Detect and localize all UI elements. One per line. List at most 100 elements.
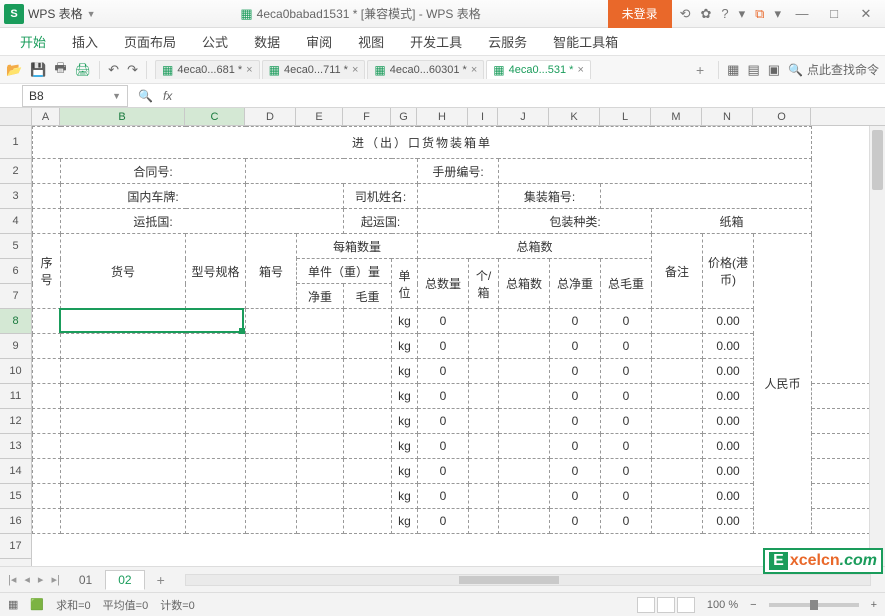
cell-unit[interactable]: kg (392, 434, 418, 459)
col-header-A[interactable]: A (32, 108, 60, 125)
menu-开发工具[interactable]: 开发工具 (398, 28, 474, 56)
scroll-thumb[interactable] (872, 130, 883, 190)
cell-unit[interactable]: kg (392, 484, 418, 509)
row-header-4[interactable]: 4 (0, 209, 31, 234)
h-sku[interactable]: 货号 (61, 234, 186, 309)
command-search[interactable]: 🔍 点此查找命令 (788, 61, 879, 78)
menu-数据[interactable]: 数据 (242, 28, 292, 56)
vertical-scrollbar[interactable] (869, 126, 885, 566)
cell[interactable] (297, 384, 344, 409)
cell-gross[interactable]: 0 (601, 384, 652, 409)
cell[interactable] (469, 384, 499, 409)
doc-title[interactable]: 进（出）口货物装箱单 (33, 127, 812, 159)
cell[interactable] (246, 484, 297, 509)
zoom-level[interactable]: 100 % (707, 599, 738, 611)
cell[interactable] (499, 309, 550, 334)
menu-页面布局[interactable]: 页面布局 (112, 28, 188, 56)
maximize-button[interactable]: □ (823, 6, 845, 21)
cell[interactable] (186, 484, 246, 509)
cell[interactable] (186, 384, 246, 409)
print-preview-icon[interactable]: 🖶 (54, 59, 66, 81)
row-header-9[interactable]: 9 (0, 334, 31, 359)
cell[interactable] (499, 484, 550, 509)
h-perbox[interactable]: 每箱数量 (297, 234, 418, 259)
zoom-in-button[interactable]: + (871, 599, 877, 611)
cell[interactable] (186, 309, 246, 334)
col-header-J[interactable]: J (498, 108, 549, 125)
label-contract[interactable]: 合同号: (61, 159, 246, 184)
cell[interactable] (499, 434, 550, 459)
file-tab[interactable]: ▦4eca0...60301 *× (367, 60, 484, 79)
cell[interactable] (344, 484, 392, 509)
h-spec[interactable]: 型号规格 (186, 234, 246, 309)
cell-price[interactable]: 0.00 (703, 334, 754, 359)
cell[interactable] (812, 459, 870, 484)
row-header-1[interactable]: 1 (0, 126, 31, 159)
cell[interactable] (246, 509, 297, 534)
cell[interactable] (246, 384, 297, 409)
minimize-button[interactable]: — (791, 6, 813, 21)
cell[interactable] (652, 409, 703, 434)
cell[interactable] (344, 409, 392, 434)
cell[interactable] (418, 184, 499, 209)
cell[interactable] (499, 334, 550, 359)
cell-gross[interactable]: 0 (601, 434, 652, 459)
cell[interactable] (344, 384, 392, 409)
cell[interactable] (469, 434, 499, 459)
cell[interactable] (812, 484, 870, 509)
cell-gross[interactable]: 0 (601, 509, 652, 534)
cell[interactable] (344, 459, 392, 484)
cell-price[interactable]: 0.00 (703, 509, 754, 534)
sync-icon[interactable]: ⟲ (680, 6, 691, 22)
login-button[interactable]: 未登录 (608, 0, 672, 28)
row-header-11[interactable]: 11 (0, 384, 31, 409)
cell[interactable] (33, 509, 61, 534)
h-perctn[interactable]: 个/箱 (469, 259, 499, 309)
menu-智能工具箱[interactable]: 智能工具箱 (541, 28, 630, 56)
cell[interactable] (469, 459, 499, 484)
redo-icon[interactable]: ↷ (127, 62, 138, 78)
menu-云服务[interactable]: 云服务 (476, 28, 539, 56)
cell-net[interactable]: 0 (550, 459, 601, 484)
h-unit[interactable]: 单位 (392, 259, 418, 309)
cell[interactable] (499, 409, 550, 434)
cell[interactable] (344, 309, 392, 334)
label-container[interactable]: 集装箱号: (499, 184, 601, 209)
cell[interactable] (652, 434, 703, 459)
cell[interactable] (652, 309, 703, 334)
settings-icon[interactable]: ✿ (701, 6, 712, 22)
cell[interactable] (186, 434, 246, 459)
row-header-2[interactable]: 2 (0, 159, 31, 184)
cell-qty[interactable]: 0 (418, 384, 469, 409)
cell[interactable] (344, 434, 392, 459)
cell[interactable] (812, 509, 870, 534)
file-tab[interactable]: ▦4eca0...711 *× (262, 60, 366, 79)
sheet-nav-first[interactable]: |◂ (6, 573, 18, 586)
cell[interactable] (469, 409, 499, 434)
add-sheet-button[interactable]: + (149, 572, 173, 588)
cell-unit[interactable]: kg (392, 384, 418, 409)
sheet-nav-last[interactable]: ▸| (49, 573, 61, 586)
menu-开始[interactable]: 开始 (8, 28, 58, 56)
cell[interactable] (246, 434, 297, 459)
cell[interactable] (61, 309, 186, 334)
cell-price[interactable]: 0.00 (703, 359, 754, 384)
cell[interactable] (246, 159, 418, 184)
cell[interactable] (499, 509, 550, 534)
close-tab-icon[interactable]: × (471, 64, 477, 76)
pin-icon[interactable]: ⧉ (755, 6, 764, 22)
cell[interactable] (812, 434, 870, 459)
row-header-17[interactable]: 17 (0, 534, 31, 559)
cell[interactable] (33, 159, 61, 184)
cell-qty[interactable]: 0 (418, 459, 469, 484)
cell[interactable] (186, 359, 246, 384)
cell[interactable] (469, 309, 499, 334)
row-header-13[interactable]: 13 (0, 434, 31, 459)
col-header-C[interactable]: C (185, 108, 245, 125)
zoom-slider[interactable] (769, 603, 859, 607)
save-icon[interactable]: 💾 (30, 62, 46, 78)
cell[interactable] (33, 334, 61, 359)
cell[interactable] (246, 334, 297, 359)
col-header-L[interactable]: L (600, 108, 651, 125)
cell[interactable] (61, 359, 186, 384)
